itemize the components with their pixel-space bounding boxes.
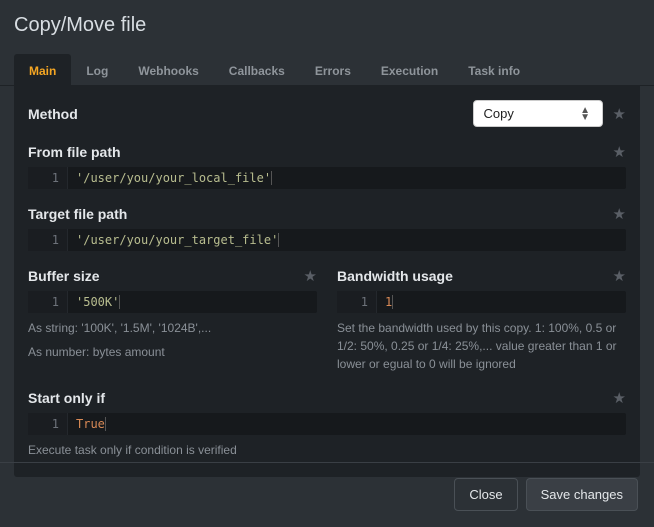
label-target-path: Target file path: [28, 206, 127, 222]
star-icon[interactable]: ★: [613, 267, 626, 285]
select-method[interactable]: Copy: [473, 100, 603, 127]
help-bandwidth: Set the bandwidth used by this copy. 1: …: [337, 319, 626, 373]
help-buffer-2: As number: bytes amount: [28, 343, 317, 361]
tabs: Main Log Webhooks Callbacks Errors Execu…: [0, 53, 654, 86]
main-panel: Method Copy ▲▼ ★ From file path ★ 1 '/us…: [14, 86, 640, 477]
label-bandwidth: Bandwidth usage: [337, 268, 453, 284]
code-value: '/user/you/your_target_file': [68, 233, 279, 247]
star-icon[interactable]: ★: [613, 105, 626, 123]
line-number: 1: [28, 413, 68, 435]
line-number: 1: [337, 291, 377, 313]
field-from-path: From file path ★ 1 '/user/you/your_local…: [28, 143, 626, 189]
star-icon[interactable]: ★: [613, 389, 626, 407]
field-target-path: Target file path ★ 1 '/user/you/your_tar…: [28, 205, 626, 251]
input-start-if[interactable]: 1 True: [28, 413, 626, 435]
line-number: 1: [28, 229, 68, 251]
input-target-path[interactable]: 1 '/user/you/your_target_file': [28, 229, 626, 251]
code-value: '500K': [68, 295, 120, 309]
star-icon[interactable]: ★: [613, 205, 626, 223]
tab-main[interactable]: Main: [14, 54, 71, 86]
tab-errors[interactable]: Errors: [300, 54, 366, 86]
label-method: Method: [28, 106, 78, 122]
field-start-if: Start only if ★ 1 True Execute task only…: [28, 389, 626, 459]
save-button[interactable]: Save changes: [526, 478, 638, 511]
footer: Close Save changes: [438, 462, 654, 527]
field-method: Method Copy ▲▼ ★: [28, 100, 626, 127]
tab-taskinfo[interactable]: Task info: [453, 54, 535, 86]
tab-callbacks[interactable]: Callbacks: [214, 54, 300, 86]
page-title: Copy/Move file: [0, 0, 654, 45]
field-bandwidth: Bandwidth usage ★ 1 1 Set the bandwidth …: [337, 267, 626, 373]
code-value: True: [68, 417, 106, 431]
star-icon[interactable]: ★: [304, 267, 317, 285]
label-start-if: Start only if: [28, 390, 105, 406]
label-from-path: From file path: [28, 144, 121, 160]
label-buffer-size: Buffer size: [28, 268, 100, 284]
input-from-path[interactable]: 1 '/user/you/your_local_file': [28, 167, 626, 189]
help-buffer-1: As string: '100K', '1.5M', '1024B',...: [28, 319, 317, 337]
tab-webhooks[interactable]: Webhooks: [123, 54, 213, 86]
line-number: 1: [28, 167, 68, 189]
input-buffer-size[interactable]: 1 '500K': [28, 291, 317, 313]
star-icon[interactable]: ★: [613, 143, 626, 161]
close-button[interactable]: Close: [454, 478, 517, 511]
input-bandwidth[interactable]: 1 1: [337, 291, 626, 313]
field-buffer-size: Buffer size ★ 1 '500K' As string: '100K'…: [28, 267, 317, 373]
help-start-if: Execute task only if condition is verifi…: [28, 441, 626, 459]
code-value: 1: [377, 295, 393, 309]
line-number: 1: [28, 291, 68, 313]
tab-execution[interactable]: Execution: [366, 54, 453, 86]
tab-log[interactable]: Log: [71, 54, 123, 86]
code-value: '/user/you/your_local_file': [68, 171, 272, 185]
